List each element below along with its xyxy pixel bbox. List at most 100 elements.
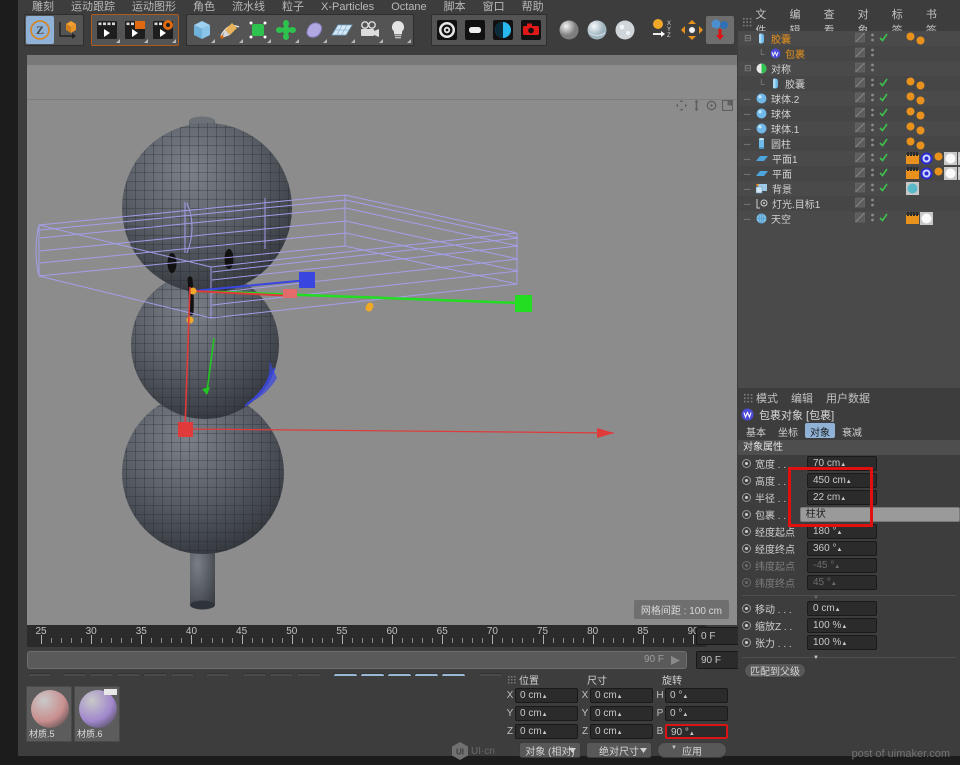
pen-spline-icon[interactable] — [216, 16, 244, 44]
editor-visibility-toggle[interactable] — [855, 32, 866, 46]
render-settings-icon[interactable] — [149, 16, 177, 44]
render-region-icon[interactable] — [121, 16, 149, 44]
enable-check-icon[interactable] — [879, 138, 888, 150]
timeline-range-bar[interactable]: 90 F — [27, 651, 687, 669]
attr-menu-item-0[interactable]: 模式 — [756, 390, 778, 406]
dot-toggle-upper[interactable] — [870, 182, 875, 196]
attribute-value-field[interactable]: 100 %▲▼ — [807, 618, 877, 633]
object-row[interactable]: ─球体 — [738, 106, 960, 121]
tag-orange-dot[interactable] — [906, 122, 915, 131]
coord-rotation-field[interactable]: 90 °▲▼ — [665, 724, 728, 739]
render-target-icon[interactable] — [433, 16, 461, 44]
attribute-value-field[interactable]: 70 cm▲▼ — [807, 456, 877, 471]
attribute-value-field[interactable]: 100 %▲▼ — [807, 635, 877, 650]
enable-check-icon[interactable] — [879, 78, 888, 90]
editor-visibility-toggle[interactable] — [855, 62, 866, 76]
cube-icon[interactable] — [188, 16, 216, 44]
tag-mat-white[interactable] — [944, 167, 957, 180]
menu-item-5[interactable]: 粒子 — [282, 1, 304, 13]
deformer-icon[interactable] — [272, 16, 300, 44]
expand-toggle-icon[interactable]: ⊟ — [744, 33, 753, 44]
tag-orange-dot[interactable] — [906, 32, 915, 41]
tag-orange-dot[interactable] — [916, 96, 925, 105]
tag-orange-dot[interactable] — [916, 111, 925, 120]
attr-menu-item-2[interactable]: 用户数据 — [826, 390, 870, 406]
object-row[interactable]: └包裹 — [738, 46, 960, 61]
coord-position-field[interactable]: 0 cm▲▼ — [515, 724, 578, 739]
coord-position-field[interactable]: 0 cm▲▼ — [515, 688, 578, 703]
coord-size-field[interactable]: 0 cm▲▼ — [590, 688, 653, 703]
dot-toggle-upper[interactable] — [870, 197, 875, 211]
attr-tab-2[interactable]: 对象 — [805, 423, 835, 438]
enable-check-icon[interactable] — [879, 93, 888, 105]
enable-check-icon[interactable] — [879, 183, 888, 195]
enable-check-icon[interactable] — [879, 153, 888, 165]
tag-orange-dot[interactable] — [934, 152, 943, 161]
object-row[interactable]: ─球体.2 — [738, 91, 960, 106]
zbrush-icon[interactable]: Z — [26, 16, 54, 44]
timeline-ruler[interactable]: 2530354045505560657075808590 — [27, 625, 707, 647]
tag-orange-dot[interactable] — [916, 36, 925, 45]
object-row[interactable]: ─圆柱 — [738, 136, 960, 151]
enable-check-icon[interactable] — [879, 33, 888, 45]
world-axis-icon[interactable]: XYZ — [650, 16, 678, 44]
menu-item-0[interactable]: 雕刻 — [32, 1, 54, 13]
attribute-value-field[interactable]: 0 cm▲▼ — [807, 601, 877, 616]
generator-icon[interactable] — [244, 16, 272, 44]
menu-item-10[interactable]: 帮助 — [522, 1, 544, 13]
tag-mat-white[interactable] — [944, 152, 957, 165]
parameter-radio[interactable] — [742, 493, 751, 502]
axis-cube-icon[interactable] — [54, 16, 82, 44]
dot-toggle-upper[interactable] — [870, 77, 875, 91]
enable-check-icon[interactable] — [879, 168, 888, 180]
coord-rotation-field[interactable]: 0 °▲▼ — [665, 706, 728, 721]
tag-orange-dot[interactable] — [916, 126, 925, 135]
dot-toggle-upper[interactable] — [870, 107, 875, 121]
object-row[interactable]: ─背景 — [738, 181, 960, 196]
tag-orange-dot[interactable] — [934, 167, 943, 176]
editor-visibility-toggle[interactable] — [855, 137, 866, 151]
tag-mat-teal[interactable] — [906, 182, 919, 195]
light-icon[interactable] — [384, 16, 412, 44]
object-row[interactable]: ─平面 — [738, 166, 960, 181]
editor-visibility-toggle[interactable] — [855, 77, 866, 91]
attribute-value-field[interactable]: 450 cm▲▼ — [807, 473, 877, 488]
object-tree[interactable]: ⊟胶囊└包裹⊟对称└胶囊─球体.2─球体─球体.1─圆柱─平面1─平面─背景─灯… — [738, 31, 960, 388]
parameter-radio[interactable] — [742, 604, 751, 613]
gouraud-shading-icon[interactable] — [555, 16, 583, 44]
tag-target-tag[interactable] — [920, 167, 933, 180]
parameter-radio[interactable] — [742, 621, 751, 630]
tag-orange-dot[interactable] — [906, 92, 915, 101]
attr-tab-0[interactable]: 基本 — [741, 423, 771, 438]
attr-menu-item-1[interactable]: 编辑 — [791, 390, 813, 406]
editor-visibility-toggle[interactable] — [855, 197, 866, 211]
dot-toggle-upper[interactable] — [870, 167, 875, 181]
editor-visibility-toggle[interactable] — [855, 167, 866, 181]
match-parent-button[interactable]: 匹配到父级 — [744, 663, 806, 678]
tag-orange-dot[interactable] — [906, 107, 915, 116]
material-chip[interactable]: 材质.6 — [74, 686, 120, 742]
menu-item-4[interactable]: 流水线 — [232, 1, 265, 13]
render-picture-viewer-icon[interactable] — [461, 16, 489, 44]
render-camera-icon[interactable] — [517, 16, 545, 44]
dot-toggle-upper[interactable] — [870, 47, 875, 61]
dot-toggle-upper[interactable] — [870, 92, 875, 106]
menu-item-3[interactable]: 角色 — [193, 1, 215, 13]
camera-icon[interactable] — [356, 16, 384, 44]
editor-visibility-toggle[interactable] — [855, 122, 866, 136]
expand-toggle-icon[interactable]: ⊟ — [744, 63, 753, 74]
parameter-radio[interactable] — [742, 638, 751, 647]
editor-visibility-toggle[interactable] — [855, 152, 866, 166]
coord-position-field[interactable]: 0 cm▲▼ — [515, 706, 578, 721]
attribute-value-field[interactable]: 22 cm▲▼ — [807, 490, 877, 505]
tag-orange-dot[interactable] — [916, 81, 925, 90]
tag-orange-dot[interactable] — [906, 137, 915, 146]
object-row[interactable]: ─天空 — [738, 211, 960, 226]
coord-mode-dropdown[interactable]: 对象 (相对) — [519, 742, 581, 758]
editor-visibility-toggle[interactable] — [855, 92, 866, 106]
tag-orange-dot[interactable] — [916, 141, 925, 150]
scene-object-icon[interactable] — [300, 16, 328, 44]
attr-tab-1[interactable]: 坐标 — [773, 423, 803, 438]
quick-shading-icon[interactable] — [583, 16, 611, 44]
object-row[interactable]: ─球体.1 — [738, 121, 960, 136]
